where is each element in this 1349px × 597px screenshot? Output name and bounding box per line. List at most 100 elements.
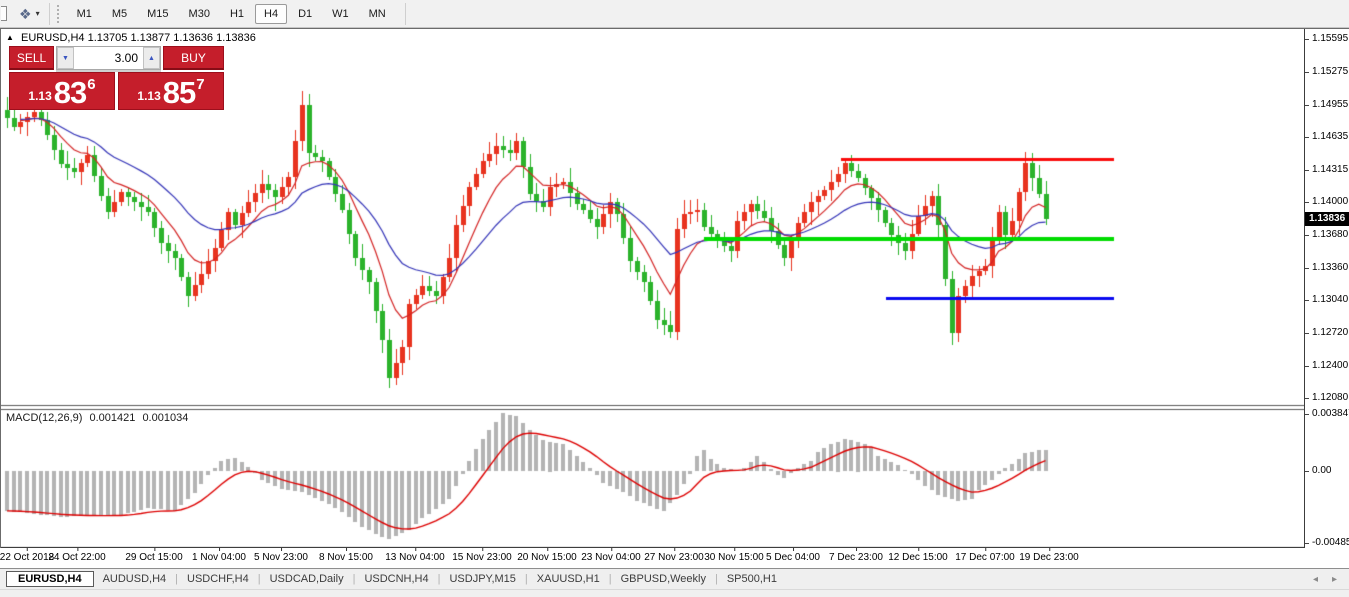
macd-axis-tick-mark <box>1305 414 1309 416</box>
date-axis-label: 17 Dec 07:00 <box>955 548 1015 563</box>
date-axis-label: 27 Nov 23:00 <box>644 548 704 563</box>
chart-symbol-timeframe: EURUSD,H4 <box>20 32 85 44</box>
expand-triangle-icon[interactable]: ▲ <box>6 33 14 42</box>
caret-up-icon: ▲ <box>148 54 155 62</box>
timeframe-button-group: M1 M5 M15 M30 H1 H4 D1 W1 MN <box>67 3 396 24</box>
date-axis-label: 19 Dec 23:00 <box>1019 548 1079 563</box>
window-icon-partial[interactable] <box>1 6 7 21</box>
chart-tab-sp500-h1[interactable]: SP500,H1 <box>718 571 786 587</box>
timeframe-h1-button[interactable]: H1 <box>221 4 253 24</box>
date-axis-label: 30 Nov 15:00 <box>704 548 764 563</box>
buy-price-button[interactable]: 1.13 85 7 <box>118 72 224 110</box>
chart-ohlc-values: 1.13705 1.13877 1.13636 1.13836 <box>87 32 256 44</box>
timeframe-m15-button[interactable]: M15 <box>138 4 177 24</box>
date-axis-label: 13 Nov 04:00 <box>385 548 445 563</box>
timeframe-d1-button[interactable]: D1 <box>289 4 321 24</box>
price-axis-tick: 1.12720 <box>1312 326 1349 338</box>
tab-scroll-right-icon[interactable]: ▸ <box>1332 574 1337 585</box>
tile-windows-icon[interactable]: ❖ <box>19 7 32 21</box>
price-axis-tick-mark <box>1305 137 1309 139</box>
price-axis-tick: 1.15275 <box>1312 65 1349 77</box>
price-axis-tick: 1.14315 <box>1312 164 1349 176</box>
chart-tab-usdcad-daily[interactable]: USDCAD,Daily <box>261 571 353 587</box>
macd-axis-tick: 0.00 <box>1312 465 1332 476</box>
price-axis-tick: 1.13360 <box>1312 261 1349 273</box>
timeframe-w1-button[interactable]: W1 <box>323 4 358 24</box>
toolbar-separator <box>404 2 406 25</box>
chart-tab-xauusd-h1[interactable]: XAUUSD,H1 <box>528 571 609 587</box>
buy-price-prefix: 1.13 <box>137 89 161 103</box>
macd-axis-tick-mark <box>1305 471 1309 472</box>
buy-button[interactable]: BUY <box>163 46 224 70</box>
tab-scroll-left-icon[interactable]: ◂ <box>1313 574 1318 585</box>
timeframe-m30-button[interactable]: M30 <box>180 4 219 24</box>
date-axis-label: 1 Nov 04:00 <box>192 548 246 563</box>
caret-down-icon: ▼ <box>62 54 69 62</box>
chart-tab-eurusd-h4[interactable]: EURUSD,H4 <box>6 571 94 587</box>
timeframe-m1-button[interactable]: M1 <box>68 4 101 24</box>
chevron-down-icon[interactable]: ▾ <box>36 9 40 18</box>
macd-signal-value: 0.001034 <box>142 412 189 424</box>
price-axis-tick: 1.13040 <box>1312 294 1349 306</box>
current-price-tag: 1.13836 <box>1305 211 1349 226</box>
price-axis-tick: 1.15595 <box>1312 33 1349 45</box>
macd-axis-tick: -0.004856 <box>1312 536 1349 548</box>
date-axis-label: 8 Nov 15:00 <box>319 548 373 563</box>
volume-stepper: ▼ ▲ <box>56 46 161 70</box>
buy-price-pipette: 7 <box>196 76 205 93</box>
chart-window: ▲ EURUSD,H4 1.13705 1.13877 1.13636 1.13… <box>0 28 1349 548</box>
price-axis-tick: 1.14000 <box>1312 196 1349 208</box>
price-axis-tick-mark <box>1305 300 1309 302</box>
date-axis-label: 22 Oct 2018 <box>0 548 55 563</box>
macd-axis-tick-mark <box>1305 542 1309 544</box>
chart-tab-usdcnh-h4[interactable]: USDCNH,H4 <box>355 571 437 587</box>
timeframe-m5-button[interactable]: M5 <box>103 4 136 24</box>
toolbar-separator <box>48 2 50 25</box>
chart-tab-audusd-h4[interactable]: AUDUSD,H4 <box>94 571 176 587</box>
price-axis-tick-mark <box>1305 332 1309 334</box>
timeframe-h4-button[interactable]: H4 <box>255 3 288 24</box>
sell-price-button[interactable]: 1.13 83 6 <box>9 72 115 110</box>
buy-price-big-digits: 85 <box>162 75 196 110</box>
date-axis-label: 23 Nov 04:00 <box>581 548 641 563</box>
price-axis-tick-mark <box>1305 398 1309 400</box>
date-axis-label: 5 Nov 23:00 <box>254 548 308 563</box>
date-axis-label: 29 Oct 15:00 <box>125 548 183 563</box>
date-axis-label: 15 Nov 23:00 <box>452 548 512 563</box>
one-click-trading-panel: SELL ▼ ▲ BUY 1.13 83 6 1.13 85 7 <box>9 46 224 110</box>
main-toolbar: ❖ ▾ M1 M5 M15 M30 H1 H4 D1 W1 MN <box>0 0 1349 28</box>
price-axis-tick: 1.14955 <box>1312 98 1349 110</box>
price-axis-tick-mark <box>1305 267 1309 269</box>
price-axis-tick-mark <box>1305 234 1309 236</box>
chart-title: ▲ EURUSD,H4 1.13705 1.13877 1.13636 1.13… <box>6 32 256 44</box>
timeframe-mn-button[interactable]: MN <box>360 4 395 24</box>
status-bar <box>0 589 1349 597</box>
volume-input[interactable] <box>74 47 143 69</box>
sell-button[interactable]: SELL <box>9 46 54 70</box>
date-axis-label: 24 Oct 22:00 <box>48 548 106 563</box>
chart-tab-usdjpy-m15[interactable]: USDJPY,M15 <box>440 571 524 587</box>
date-axis-label: 7 Dec 23:00 <box>829 548 883 563</box>
price-axis-tick-mark <box>1305 104 1309 106</box>
price-axis-tick: 1.12080 <box>1312 392 1349 404</box>
sell-price-big-digits: 83 <box>53 75 87 110</box>
date-axis[interactable]: 22 Oct 2018 24 Oct 22:00 29 Oct 15:00 1 Nov… <box>0 548 1349 568</box>
chart-tab-usdchf-h4[interactable]: USDCHF,H4 <box>178 571 258 587</box>
macd-indicator-label: MACD(12,26,9) 0.001421 0.001034 <box>6 412 192 424</box>
toolbar-drag-handle[interactable] <box>56 4 59 23</box>
chart-tab-bar: EURUSD,H4 AUDUSD,H4 | USDCHF,H4 | USDCAD,Dail… <box>0 568 1349 589</box>
macd-axis-tick: 0.003847 <box>1312 408 1349 420</box>
macd-main-value: 0.001421 <box>89 412 136 424</box>
chart-tab-gbpusd-weekly[interactable]: GBPUSD,Weekly <box>612 571 715 587</box>
price-axis-tick: 1.14635 <box>1312 131 1349 143</box>
price-axis[interactable]: 1.15595 1.15275 1.14955 1.14635 1.14315 1.140… <box>1304 29 1349 548</box>
date-axis-label: 5 Dec 04:00 <box>766 548 820 563</box>
date-axis-label: 12 Dec 15:00 <box>888 548 948 563</box>
price-axis-tick-mark <box>1305 170 1309 172</box>
volume-increase-button[interactable]: ▲ <box>143 47 160 69</box>
price-axis-tick-mark <box>1305 365 1309 367</box>
price-axis-tick-mark <box>1305 71 1309 73</box>
price-axis-tick-mark <box>1305 202 1309 204</box>
price-axis-tick-mark <box>1305 39 1309 41</box>
volume-decrease-button[interactable]: ▼ <box>57 47 74 69</box>
